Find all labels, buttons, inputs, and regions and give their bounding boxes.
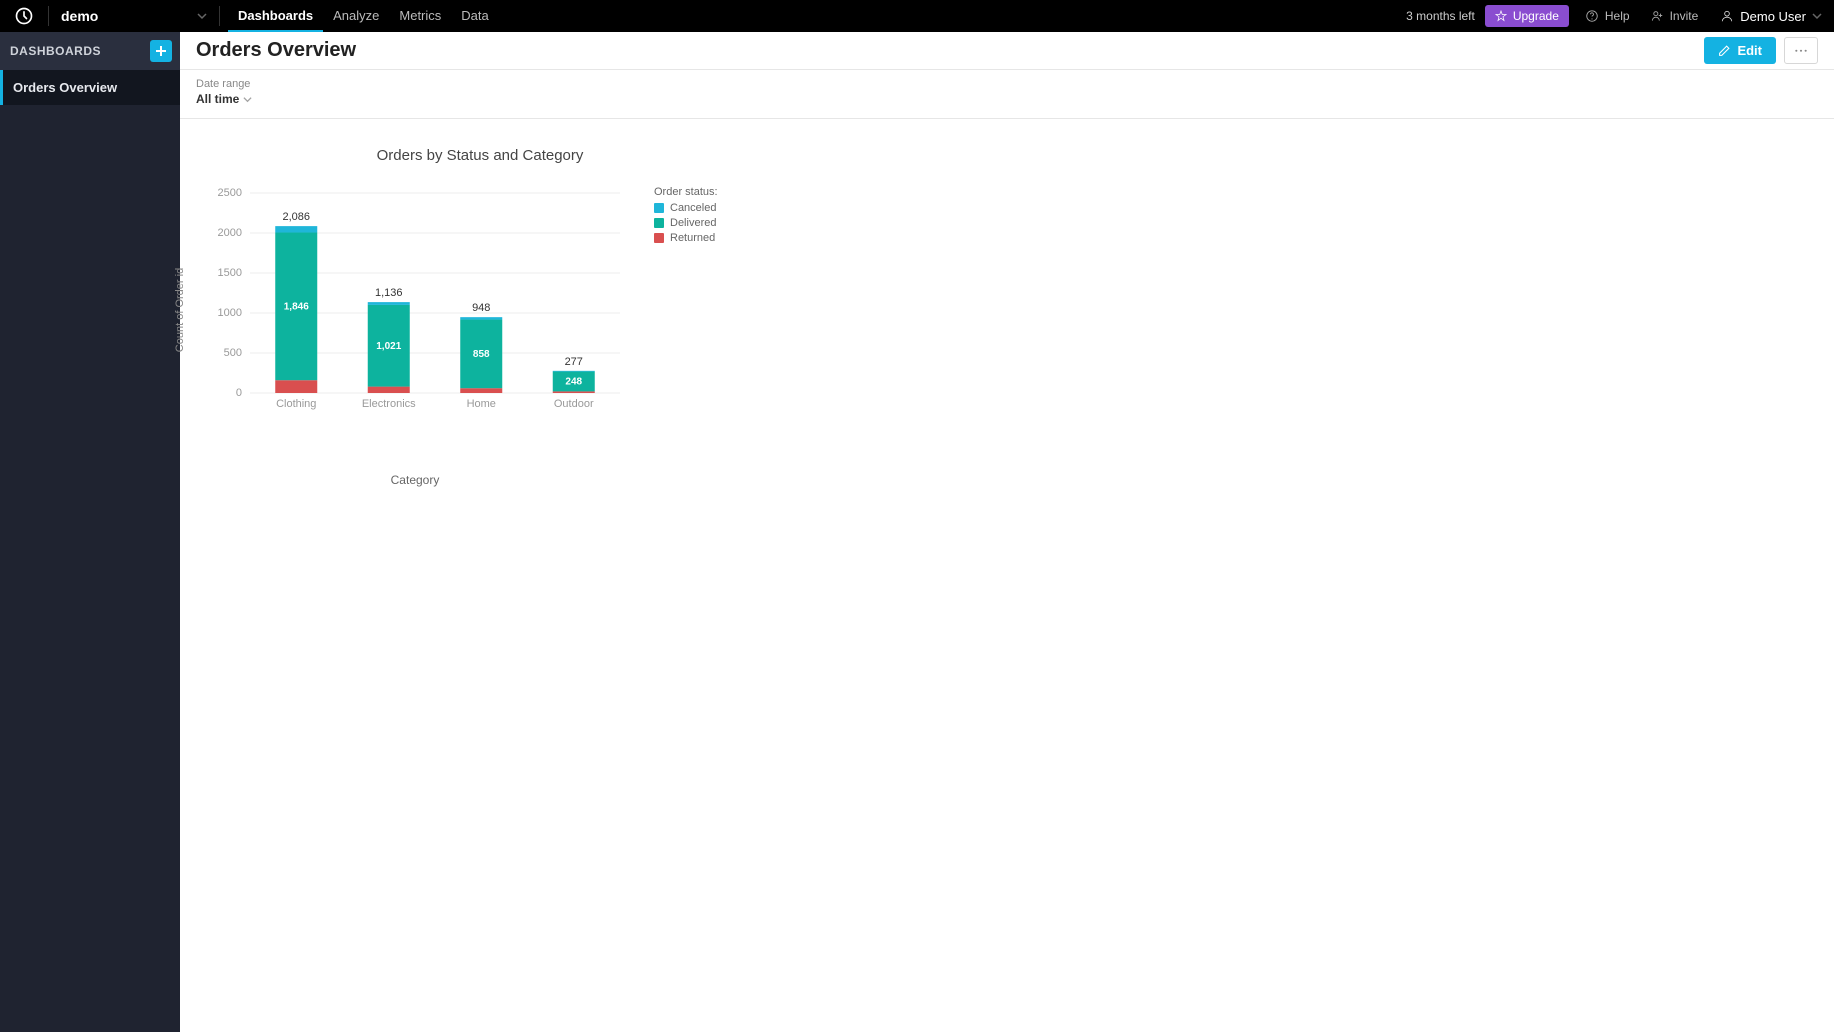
legend-swatch	[654, 233, 664, 243]
chart-plot: Count of Order id 050010001500200025001,…	[200, 180, 630, 440]
chart-legend: Order status: Canceled Delivered Returned	[654, 180, 718, 247]
svg-text:1000: 1000	[218, 307, 242, 319]
plus-icon	[155, 45, 167, 57]
user-name: Demo User	[1740, 9, 1806, 24]
chevron-down-icon	[1812, 11, 1822, 21]
filter-bar: Date range All time	[180, 70, 1834, 119]
sidebar-section-header: DASHBOARDS	[0, 32, 180, 70]
chart-xlabel: Category	[200, 473, 630, 487]
user-menu[interactable]: Demo User	[1708, 9, 1834, 24]
legend-item[interactable]: Delivered	[654, 217, 718, 229]
legend-item[interactable]: Returned	[654, 232, 718, 244]
legend-swatch	[654, 218, 664, 228]
svg-text:500: 500	[224, 347, 242, 359]
chart-title: Orders by Status and Category	[40, 147, 920, 164]
nav-tab-label: Metrics	[399, 8, 441, 23]
user-icon	[1720, 9, 1734, 23]
edit-label: Edit	[1737, 43, 1762, 58]
svg-text:2500: 2500	[218, 187, 242, 199]
trial-status: 3 months left	[1396, 9, 1485, 23]
sidebar: DASHBOARDS Orders Overview	[0, 32, 180, 1032]
edit-button[interactable]: Edit	[1704, 37, 1776, 64]
dashboard-canvas: Orders by Status and Category Count of O…	[180, 119, 1834, 1032]
nav-tab-label: Dashboards	[238, 8, 313, 23]
bar-segment[interactable]	[275, 380, 317, 393]
bar-category-label: Home	[467, 398, 496, 410]
invite-icon	[1650, 9, 1664, 23]
invite-label: Invite	[1670, 9, 1699, 23]
bar-category-label: Outdoor	[554, 398, 594, 410]
upgrade-button[interactable]: Upgrade	[1485, 5, 1569, 27]
page-title: Orders Overview	[196, 39, 356, 62]
chart-widget-orders-by-status[interactable]: Orders by Status and Category Count of O…	[200, 147, 920, 440]
nav-tab-analyze[interactable]: Analyze	[323, 0, 389, 32]
svg-text:0: 0	[236, 387, 242, 399]
more-menu-button[interactable]	[1784, 37, 1818, 64]
legend-label: Returned	[670, 232, 715, 244]
bar-segment[interactable]	[460, 388, 502, 393]
bar-segment[interactable]	[275, 226, 317, 232]
chart-ylabel: Count of Order id	[174, 268, 186, 352]
nav-tab-dashboards[interactable]: Dashboards	[228, 0, 323, 32]
bar-segment[interactable]	[460, 317, 502, 319]
main: Orders Overview Edit Date range All time…	[180, 32, 1834, 1032]
bar-segment-label: 1,021	[376, 341, 401, 352]
app-logo[interactable]	[0, 0, 48, 32]
legend-swatch	[654, 203, 664, 213]
sidebar-item-orders-overview[interactable]: Orders Overview	[0, 70, 180, 105]
workspace-switcher[interactable]: demo	[49, 0, 219, 32]
bar-total-label: 1,136	[375, 287, 403, 299]
legend-item[interactable]: Canceled	[654, 202, 718, 214]
help-icon	[1585, 9, 1599, 23]
bar-segment[interactable]	[368, 387, 410, 393]
sidebar-item-label: Orders Overview	[13, 80, 117, 95]
help-label: Help	[1605, 9, 1630, 23]
bar-total-label: 2,086	[282, 211, 310, 223]
nav-tab-metrics[interactable]: Metrics	[389, 0, 451, 32]
topbar: demo Dashboards Analyze Metrics Data 3 m…	[0, 0, 1834, 32]
nav-tab-label: Data	[461, 8, 488, 23]
filter-value-text: All time	[196, 92, 239, 106]
bar-segment[interactable]	[553, 391, 595, 393]
nav-tab-data[interactable]: Data	[451, 0, 498, 32]
divider	[219, 6, 220, 26]
legend-title: Order status:	[654, 186, 718, 198]
chevron-down-icon	[243, 95, 252, 104]
add-dashboard-button[interactable]	[150, 40, 172, 62]
sidebar-section-title: DASHBOARDS	[10, 44, 101, 58]
workspace-name: demo	[61, 8, 98, 24]
pencil-icon	[1718, 44, 1731, 57]
bar-total-label: 948	[472, 302, 490, 314]
chevron-down-icon	[197, 11, 207, 21]
legend-label: Canceled	[670, 202, 716, 214]
bar-segment-label: 248	[565, 376, 582, 387]
date-range-selector[interactable]: All time	[196, 92, 252, 106]
logo-icon	[14, 6, 34, 26]
svg-text:2000: 2000	[218, 227, 242, 239]
bar-segment-label: 858	[473, 349, 490, 360]
bar-segment[interactable]	[368, 302, 410, 305]
bar-category-label: Electronics	[362, 398, 416, 410]
ellipsis-icon	[1794, 49, 1808, 53]
nav-tab-label: Analyze	[333, 8, 379, 23]
bar-segment[interactable]	[553, 371, 595, 372]
legend-label: Delivered	[670, 217, 716, 229]
star-icon	[1495, 10, 1507, 22]
invite-link[interactable]: Invite	[1640, 9, 1709, 23]
filter-label: Date range	[196, 78, 1818, 90]
nav-tabs: Dashboards Analyze Metrics Data	[228, 0, 499, 32]
chart-svg: 0 500 1000 1500 2000 2500 1,846 2,086 Clothing 1,…	[200, 180, 630, 440]
svg-text:1500: 1500	[218, 267, 242, 279]
page-header: Orders Overview Edit	[180, 32, 1834, 70]
bar-segment-label: 1,846	[284, 301, 309, 312]
bar-category-label: Clothing	[276, 398, 316, 410]
help-link[interactable]: Help	[1575, 9, 1640, 23]
upgrade-label: Upgrade	[1513, 9, 1559, 23]
bar-total-label: 277	[565, 356, 583, 368]
